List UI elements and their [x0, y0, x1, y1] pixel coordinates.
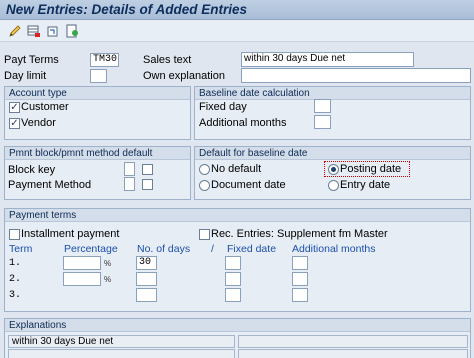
- term-label: 3.: [9, 290, 22, 301]
- fixed-day-field[interactable]: [314, 99, 331, 113]
- percent-unit: %: [104, 259, 112, 268]
- window-title: New Entries: Details of Added Entries: [6, 2, 248, 17]
- additional-months-row-field[interactable]: [292, 256, 308, 270]
- account-type-header: Account type: [5, 87, 190, 100]
- col-term-header: Term: [9, 243, 33, 255]
- term-label: 1.: [9, 258, 22, 269]
- edit-pen-icon[interactable]: [8, 24, 22, 38]
- posting-date-label: Posting date: [340, 163, 402, 175]
- explanation-line-1: within 30 days Due net: [8, 335, 235, 348]
- fixed-date-field[interactable]: [225, 272, 241, 286]
- entry-date-label: Entry date: [340, 179, 391, 191]
- block-key-checkbox[interactable]: [142, 164, 153, 175]
- payt-terms-label: Payt Terms: [4, 54, 59, 66]
- payment-method-field[interactable]: [124, 177, 135, 191]
- own-explanation-label: Own explanation: [143, 70, 225, 82]
- col-fixed-date-header: Fixed date: [227, 243, 277, 255]
- baseline-calc-header: Baseline date calculation: [195, 87, 470, 100]
- sales-text-label: Sales text: [143, 54, 192, 66]
- additional-months-row-field[interactable]: [292, 288, 308, 302]
- col-days-header: No. of days: [137, 243, 191, 255]
- explanation-line-2: [238, 335, 468, 348]
- own-explanation-field[interactable]: [241, 68, 471, 83]
- percentage-field[interactable]: [63, 256, 101, 270]
- payment-terms-header: Payment terms: [5, 209, 470, 222]
- fixed-date-field[interactable]: [225, 288, 241, 302]
- fixed-day-label: Fixed day: [199, 101, 247, 113]
- payment-method-checkbox[interactable]: [142, 179, 153, 190]
- payt-terms-field[interactable]: TM30: [90, 53, 119, 67]
- explanations-title: Explanations: [9, 320, 67, 331]
- fixed-date-field[interactable]: [225, 256, 241, 270]
- percent-unit: %: [104, 275, 112, 284]
- installment-checkbox[interactable]: [9, 229, 20, 240]
- additional-months-field[interactable]: [314, 115, 331, 129]
- rec-entries-label: Rec. Entries: Supplement fm Master: [211, 228, 388, 240]
- title-bar: New Entries: Details of Added Entries: [0, 0, 474, 20]
- baseline-calc-title: Baseline date calculation: [199, 88, 310, 99]
- posting-date-radio[interactable]: [328, 164, 339, 175]
- document-date-label: Document date: [211, 179, 286, 191]
- sales-text-field[interactable]: within 30 days Due net: [241, 52, 414, 67]
- days-field[interactable]: 30: [136, 256, 157, 270]
- entry-date-radio[interactable]: [328, 180, 339, 191]
- detail-icon[interactable]: [65, 24, 79, 38]
- additional-months-row-field[interactable]: [292, 272, 308, 286]
- percentage-field[interactable]: [63, 272, 101, 286]
- default-baseline-title: Default for baseline date: [199, 148, 308, 159]
- no-default-label: No default: [211, 163, 262, 175]
- account-type-title: Account type: [9, 88, 67, 99]
- block-key-field[interactable]: [124, 162, 135, 176]
- vendor-label: Vendor: [21, 117, 56, 129]
- rec-entries-checkbox[interactable]: [199, 229, 210, 240]
- days-field[interactable]: [136, 288, 157, 302]
- explanation-line-4: [238, 349, 468, 358]
- col-additional-months-header: Additional months: [292, 243, 376, 255]
- vendor-checkbox[interactable]: ✓: [9, 118, 20, 129]
- days-field[interactable]: [136, 272, 157, 286]
- application-toolbar: [0, 20, 474, 42]
- block-key-label: Block key: [8, 164, 56, 176]
- pmnt-block-header: Pmnt block/pmnt method default: [5, 147, 190, 160]
- explanation-line-3: [8, 349, 235, 358]
- additional-months-label: Additional months: [199, 117, 287, 129]
- customer-label: Customer: [21, 101, 69, 113]
- default-baseline-header: Default for baseline date: [195, 147, 470, 160]
- installment-label: Installment payment: [21, 228, 120, 240]
- table-delete-icon[interactable]: [27, 24, 41, 38]
- customer-checkbox[interactable]: ✓: [9, 102, 20, 113]
- day-limit-label: Day limit: [4, 70, 47, 82]
- payment-method-label: Payment Method: [8, 179, 92, 191]
- document-date-radio[interactable]: [199, 180, 210, 191]
- pmnt-block-title: Pmnt block/pmnt method default: [9, 148, 153, 159]
- term-label: 2.: [9, 274, 22, 285]
- no-default-radio[interactable]: [199, 164, 210, 175]
- payment-terms-title: Payment terms: [9, 210, 77, 221]
- undo-icon[interactable]: [46, 24, 60, 38]
- col-percentage-header: Percentage: [64, 243, 118, 255]
- day-limit-field[interactable]: [90, 69, 107, 83]
- col-slash-header: /: [211, 243, 214, 255]
- explanations-header: Explanations: [5, 319, 470, 332]
